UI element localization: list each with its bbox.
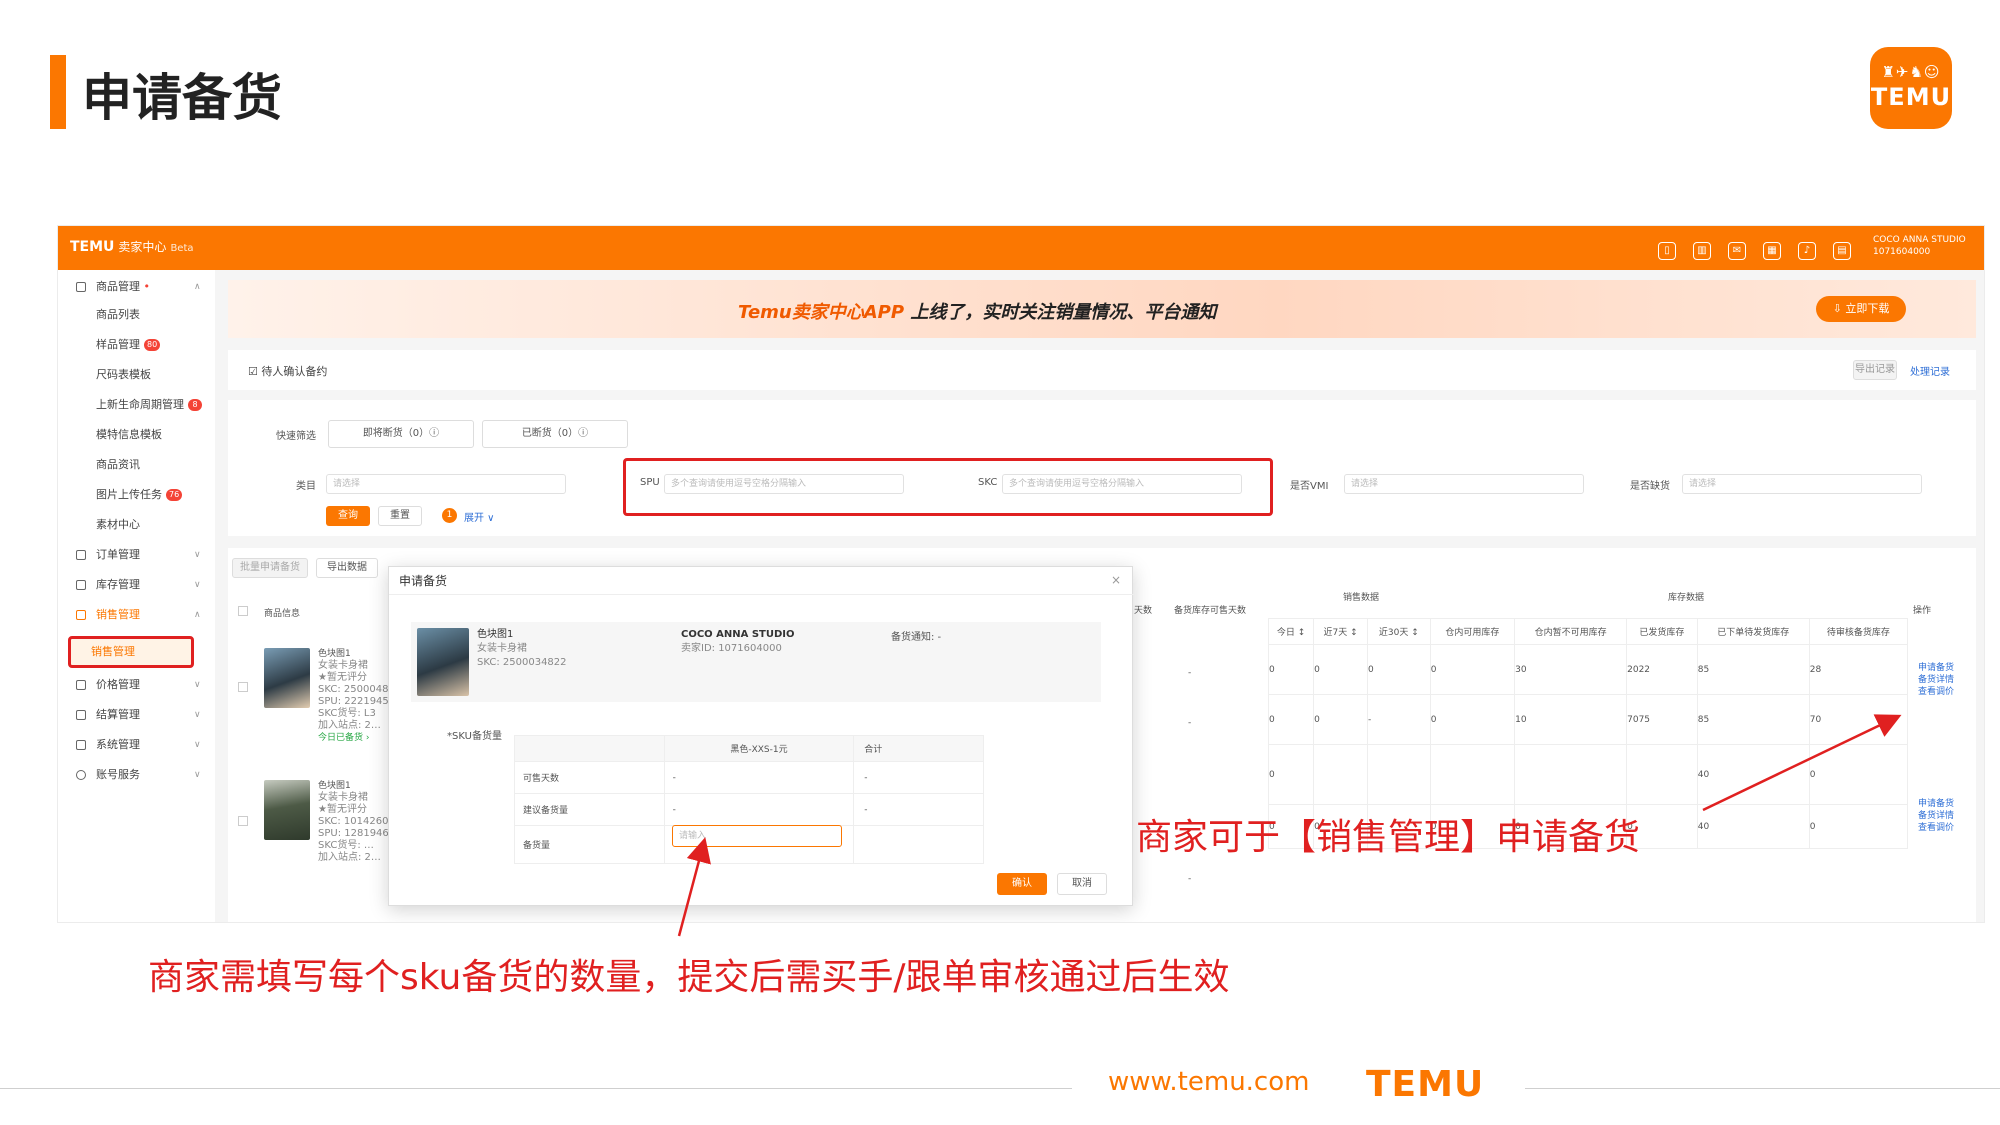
- footer-divider: [0, 1088, 1072, 1089]
- arrow-to-qty-input: [677, 837, 711, 937]
- slide: { "slide": { "title": "申请备货", "logo_glyp…: [0, 0, 2000, 1125]
- footer-divider: [1525, 1088, 2000, 1089]
- annotation-right: 商家可于【销售管理】申请备货: [1136, 817, 1641, 858]
- arrow-to-apply-link: [1702, 714, 1902, 812]
- footer-url: www.temu.com: [1108, 1067, 1310, 1097]
- footer-logo: TEMU: [1366, 1064, 1485, 1105]
- annotation-bottom: 商家需填写每个sku备货的数量，提交后需买手/跟单审核通过后生效: [148, 957, 1230, 998]
